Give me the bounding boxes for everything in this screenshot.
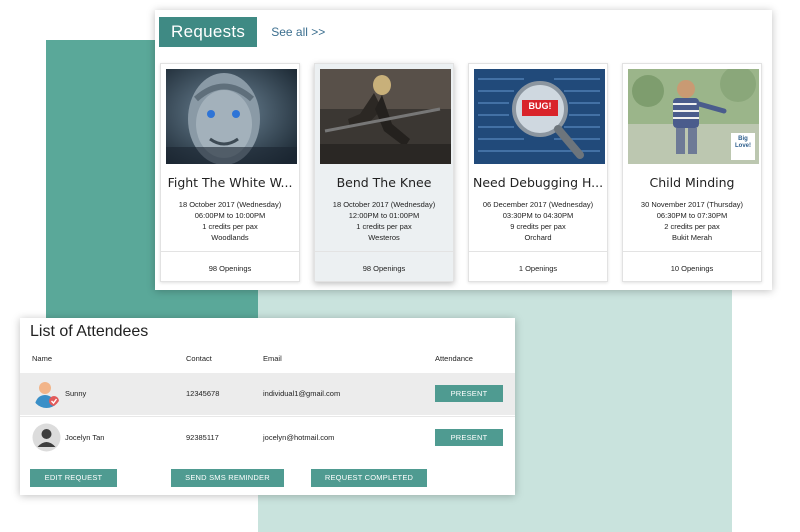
card-location: Bukit Merah <box>671 233 713 242</box>
card-time: 06:00PM to 10:00PM <box>194 211 266 220</box>
present-button[interactable]: PRESENT <box>435 429 503 446</box>
card-divider <box>161 251 299 252</box>
column-header-email: Email <box>263 354 282 363</box>
column-header-name: Name <box>32 354 53 363</box>
card-time: 06:30PM to 07:30PM <box>656 211 728 220</box>
request-cards: Fight The White W... 18 October 2017 (We… <box>160 63 762 282</box>
card-title: Bend The Knee <box>336 175 432 190</box>
card-openings: 98 Openings <box>208 264 252 273</box>
bug-magnifier-image: BUG! <box>474 69 605 164</box>
avatar <box>32 379 61 408</box>
card-credits: 1 credits per pax <box>356 222 412 231</box>
card-divider <box>469 251 607 252</box>
card-title: Child Minding <box>649 175 735 190</box>
send-sms-reminder-button[interactable]: SEND SMS REMINDER <box>171 469 284 487</box>
attendee-name: Jocelyn Tan <box>65 433 105 442</box>
card-credits: 1 credits per pax <box>202 222 258 231</box>
attendee-name: Sunny <box>65 389 87 398</box>
card-divider <box>623 251 761 252</box>
card-time: 03:30PM to 04:30PM <box>502 211 574 220</box>
request-card[interactable]: Big Love! Child Minding 30 November 2017… <box>622 63 762 282</box>
card-location: Westeros <box>368 233 400 242</box>
card-location: Woodlands <box>211 233 249 242</box>
attendee-email: jocelyn@hotmail.com <box>263 433 335 442</box>
edit-request-button[interactable]: EDIT REQUEST <box>30 469 117 487</box>
bug-label: BUG! <box>528 101 552 111</box>
card-openings: 1 Openings <box>518 264 558 273</box>
requests-panel: Requests See all >> Fight The White W...… <box>155 10 772 290</box>
card-time: 12:00PM to 01:00PM <box>348 211 420 220</box>
present-button[interactable]: PRESENT <box>435 385 503 402</box>
card-title: Need Debugging H... <box>473 175 603 190</box>
requests-header: Requests See all >> <box>159 14 325 50</box>
request-completed-button[interactable]: REQUEST COMPLETED <box>311 469 427 487</box>
column-header-contact: Contact <box>186 354 212 363</box>
card-divider <box>315 251 453 252</box>
card-date: 18 October 2017 (Wednesday) <box>332 200 436 209</box>
card-openings: 10 Openings <box>670 264 714 273</box>
attendee-email: individual1@gmail.com <box>263 389 341 398</box>
request-card[interactable]: BUG! Need Debugging H... 06 December 201… <box>468 63 608 282</box>
big-love-logo: Big Love! <box>734 136 751 149</box>
column-header-attendance: Attendance <box>435 354 473 363</box>
attendees-panel: List of Attendees Name Contact Email Att… <box>20 318 515 495</box>
attendees-title: List of Attendees <box>30 323 149 340</box>
card-date: 30 November 2017 (Thursday) <box>640 200 744 209</box>
card-openings: 98 Openings <box>362 264 406 273</box>
requests-title: Requests <box>159 17 258 47</box>
card-date: 06 December 2017 (Wednesday) <box>482 200 594 209</box>
card-credits: 2 credits per pax <box>664 222 720 231</box>
attendee-contact: 92385117 <box>186 433 219 442</box>
attendee-contact: 12345678 <box>186 389 220 398</box>
child-image: Big Love! <box>628 69 759 164</box>
request-card[interactable]: Bend The Knee 18 October 2017 (Wednesday… <box>314 63 454 282</box>
night-king-image <box>166 69 297 164</box>
table-row: Jocelyn Tan 92385117 jocelyn@hotmail.com… <box>20 417 515 459</box>
table-row: Sunny 12345678 individual1@gmail.com PRE… <box>20 373 515 415</box>
card-credits: 9 credits per pax <box>510 222 566 231</box>
card-title: Fight The White W... <box>167 175 293 190</box>
see-all-link[interactable]: See all >> <box>271 25 325 39</box>
card-date: 18 October 2017 (Wednesday) <box>178 200 282 209</box>
warrior-image <box>320 69 451 164</box>
avatar <box>32 423 61 452</box>
request-card[interactable]: Fight The White W... 18 October 2017 (We… <box>160 63 300 282</box>
card-location: Orchard <box>524 233 552 242</box>
